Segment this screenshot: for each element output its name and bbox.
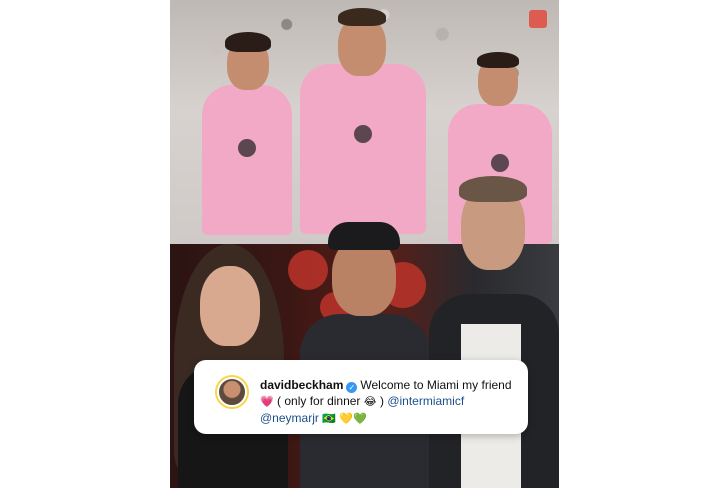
username-link[interactable]: davidbeckham [260, 378, 343, 392]
heart-emoji: 💗 [260, 395, 274, 408]
mention-neymarjr[interactable]: @neymarjr [260, 411, 319, 425]
person-right [425, 174, 559, 488]
player-left [192, 30, 302, 244]
instagram-post-image: davidbeckham ✓ Welcome to Miami my friend … [170, 0, 559, 488]
person-center [290, 204, 440, 488]
instagram-comment-card: davidbeckham ✓ Welcome to Miami my friend … [194, 360, 528, 434]
mention-intermiamicf[interactable]: @intermiamicf [387, 394, 464, 408]
comment-aside: ( only for dinner [277, 394, 361, 408]
publisher-logo [529, 10, 547, 28]
trailing-emojis: 🇧🇷 💛💚 [322, 412, 367, 425]
verified-badge-icon: ✓ [346, 382, 358, 393]
laughing-emoji: 😂 [363, 395, 377, 408]
comment-message: Welcome to Miami my friend [360, 378, 512, 392]
comment-text: davidbeckham ✓ Welcome to Miami my friend … [260, 377, 520, 427]
avatar[interactable] [215, 375, 249, 409]
comment-aside-close: ) [379, 394, 384, 408]
